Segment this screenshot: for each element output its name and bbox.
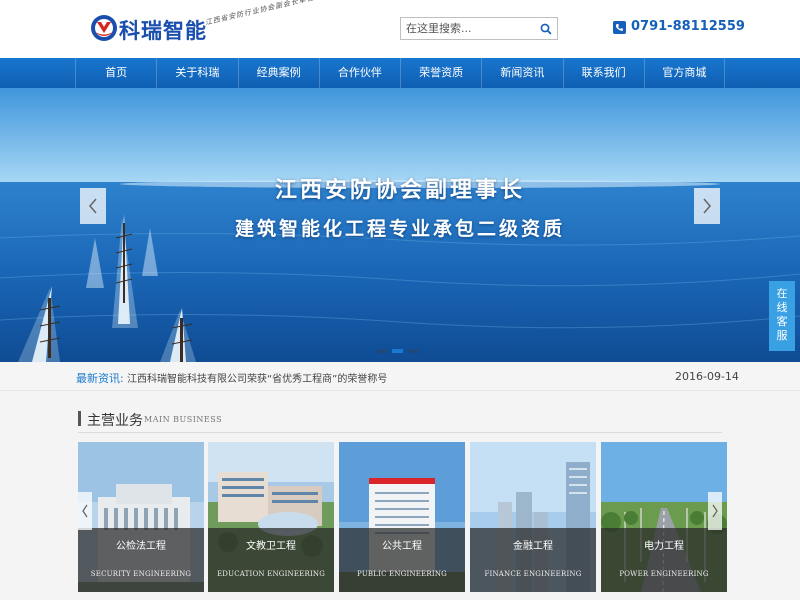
banner-subheadline: 建筑智能化工程专业承包二级资质 [234, 218, 565, 240]
search-icon [540, 23, 552, 35]
card-title: 公共工程 [382, 541, 422, 552]
card-title: 文教卫工程 [246, 541, 296, 552]
card-subtitle: EDUCATION ENGINEERING [216, 570, 326, 578]
logo-text: 科瑞智能 [119, 19, 207, 43]
search-box [400, 17, 558, 40]
online-service-char: 在 [776, 287, 788, 300]
banner-headline: 江西安防协会副理事长 [274, 178, 525, 203]
banner-next-button[interactable] [694, 188, 720, 224]
section-divider [78, 432, 722, 433]
section-title-text: 主营业务 [87, 413, 143, 429]
banner-prev-button[interactable] [80, 188, 106, 224]
online-service-char: 服 [776, 329, 788, 342]
nav-item-partners[interactable]: 合作伙伴 [318, 58, 400, 88]
business-card-security[interactable]: 公检法工程 SECURITY ENGINEERING [78, 442, 204, 592]
banner-pagination [376, 349, 419, 353]
banner-dot-3[interactable] [408, 349, 419, 353]
cards-next-button[interactable] [708, 492, 722, 530]
section-title-bar [78, 411, 81, 426]
nav-item-about[interactable]: 关于科瑞 [156, 58, 237, 88]
nav-item-store[interactable]: 官方商城 [643, 58, 725, 88]
business-card-public[interactable]: 公共工程 PUBLIC ENGINEERING [339, 442, 465, 592]
card-title: 电力工程 [644, 541, 684, 552]
site-header: 科瑞智能 江西省安防行业协会副会长单位 0791-88112559 [0, 0, 800, 58]
banner-dot-2[interactable] [392, 349, 403, 353]
business-card-finance[interactable]: 金融工程 FINANCE ENGINEERING [470, 442, 596, 592]
nav-item-news[interactable]: 新闻资讯 [481, 58, 562, 88]
card-subtitle: FINANCE ENGINEERING [484, 570, 582, 578]
chevron-right-icon [712, 504, 718, 518]
chevron-left-icon [89, 198, 97, 214]
online-service-char: 线 [776, 301, 788, 314]
nav-item-cases[interactable]: 经典案例 [237, 58, 319, 88]
online-service-char: 客 [776, 315, 788, 328]
logo-mark-icon [91, 15, 117, 41]
section-subtitle: MAIN BUSINESS [144, 415, 223, 424]
card-subtitle: PUBLIC ENGINEERING [357, 570, 447, 578]
chevron-left-icon [82, 504, 88, 518]
phone-icon [613, 21, 626, 34]
news-label: 最新资讯: [76, 372, 124, 385]
nav-item-contact[interactable]: 联系我们 [562, 58, 644, 88]
online-service-button[interactable]: 在 线 客 服 [769, 281, 795, 351]
news-date: 2016-09-14 [675, 370, 739, 383]
cards-prev-button[interactable] [78, 492, 92, 530]
business-card-education[interactable]: 文教卫工程 EDUCATION ENGINEERING [208, 442, 334, 592]
logo-slogan: 江西省安防行业协会副会长单位 [204, 0, 316, 27]
card-title: 公检法工程 [116, 541, 166, 552]
chevron-right-icon [703, 198, 711, 214]
main-nav: 首页 关于科瑞 经典案例 合作伙伴 荣誉资质 新闻资讯 联系我们 官方商城 [0, 58, 800, 88]
phone-number: 0791-88112559 [631, 19, 745, 34]
logo[interactable]: 科瑞智能 江西省安防行业协会副会长单位 [90, 0, 315, 46]
news-ticker: 最新资讯: 江西科瑞智能科技有限公司荣获“省优秀工程商”的荣誉称号 2016-0… [0, 362, 800, 391]
search-input[interactable] [401, 18, 535, 39]
news-headline-link[interactable]: 江西科瑞智能科技有限公司荣获“省优秀工程商”的荣誉称号 [127, 370, 387, 385]
business-carousel: 公检法工程 SECURITY ENGINEERING 文教卫工程 EDUCATI… [78, 442, 727, 592]
card-subtitle: SECURITY ENGINEERING [90, 570, 192, 578]
hero-banner: 江西安防协会副理事长 建筑智能化工程专业承包二级资质 [0, 88, 800, 362]
nav-item-home[interactable]: 首页 [75, 58, 156, 88]
search-button[interactable] [537, 20, 555, 37]
banner-dot-1[interactable] [376, 349, 387, 353]
card-title: 金融工程 [513, 541, 553, 552]
nav-item-honors[interactable]: 荣誉资质 [400, 58, 481, 88]
card-subtitle: POWER ENGINEERING [619, 570, 709, 578]
